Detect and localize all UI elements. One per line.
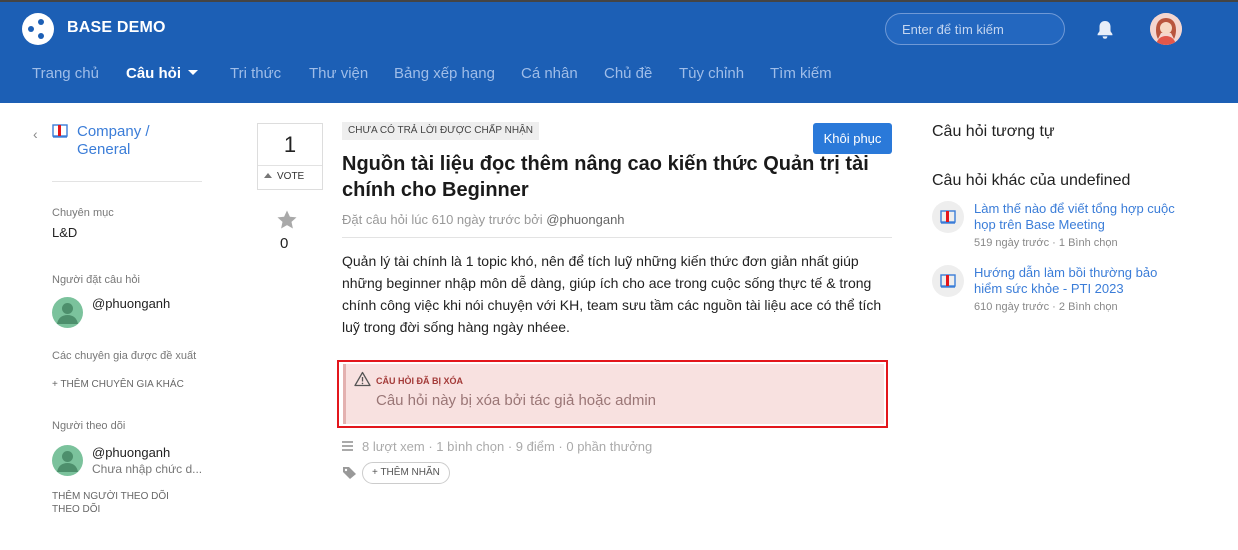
similar-questions-heading: Câu hỏi tương tự bbox=[932, 123, 1055, 140]
book-icon bbox=[932, 201, 964, 233]
star-count: 0 bbox=[280, 235, 289, 252]
vote-up-icon bbox=[264, 173, 272, 178]
add-follower-line1: THÊM NGƯỜI THEO DÕI bbox=[52, 491, 169, 502]
add-follower-line2: THEO DÕI bbox=[52, 504, 101, 515]
vote-label: VOTE bbox=[277, 171, 305, 182]
list-icon bbox=[342, 441, 353, 451]
divider bbox=[258, 165, 322, 166]
nav-item-knowledge[interactable]: Tri thức bbox=[230, 65, 281, 82]
question-stats: 8 lượt xem · 1 bình chọn · 9 điểm · 0 ph… bbox=[362, 439, 653, 454]
deleted-message: Câu hỏi này bị xóa bởi tác giả hoặc admi… bbox=[376, 392, 657, 409]
divider bbox=[52, 181, 202, 182]
author-link[interactable]: @phuonganh bbox=[546, 212, 624, 227]
followers-label: Người theo dõi bbox=[52, 420, 126, 432]
question-meta: Đặt câu hỏi lúc 610 ngày trước bởi @phuo… bbox=[342, 212, 625, 227]
book-icon bbox=[52, 124, 68, 138]
related-question-link[interactable]: Hướng dẫn làm bồi thường bảo hiểm sức kh… bbox=[974, 265, 1184, 297]
category-link[interactable]: Company / General bbox=[77, 123, 197, 159]
app-logo-icon[interactable] bbox=[22, 13, 54, 45]
related-question-link[interactable]: Làm thế nào để viết tổng hợp cuộc họp tr… bbox=[974, 201, 1184, 233]
follower-title: Chưa nhập chức d... bbox=[92, 462, 203, 476]
field-value: L&D bbox=[52, 225, 78, 240]
experts-label: Các chuyên gia được đề xuất bbox=[52, 350, 197, 362]
category-link-line2: General bbox=[77, 141, 131, 158]
category-link-line1: Company / bbox=[77, 123, 150, 140]
deleted-notice: CÂU HỎI ĐÃ BỊ XÓA Câu hỏi này bị xóa bởi… bbox=[337, 360, 888, 428]
avatar[interactable] bbox=[52, 297, 83, 328]
top-header: BASE DEMO Enter để tìm kiếm Trang chủ Câ… bbox=[0, 0, 1238, 103]
chevron-down-icon bbox=[188, 70, 198, 75]
nav-item-questions[interactable]: Câu hỏi bbox=[126, 65, 198, 82]
status-badge: CHƯA CÓ TRẢ LỜI ĐƯỢC CHẤP NHẬN bbox=[342, 122, 539, 140]
search-input[interactable]: Enter để tìm kiếm bbox=[885, 13, 1065, 45]
question-body: Quản lý tài chính là 1 topic khó, nên để… bbox=[342, 253, 882, 335]
tag-icon bbox=[343, 467, 356, 479]
star-icon[interactable] bbox=[276, 209, 298, 231]
bell-icon[interactable] bbox=[1096, 20, 1114, 40]
follower-name[interactable]: @phuonganh bbox=[92, 445, 170, 460]
nav-item-questions-label: Câu hỏi bbox=[126, 65, 181, 82]
book-icon bbox=[932, 265, 964, 297]
add-follower-link[interactable]: THÊM NGƯỜI THEO DÕI THEO DÕI bbox=[52, 490, 169, 516]
add-tag-button[interactable]: + THÊM NHÃN bbox=[362, 462, 450, 484]
question-meta-prefix: Đặt câu hỏi lúc 610 ngày trước bởi bbox=[342, 212, 543, 227]
nav-item-personal[interactable]: Cá nhân bbox=[521, 65, 578, 82]
vote-count: 1 bbox=[283, 132, 297, 157]
user-avatar-icon[interactable] bbox=[1150, 13, 1182, 45]
asker-name[interactable]: @phuonganh bbox=[92, 296, 170, 311]
nav-item-topics[interactable]: Chủ đề bbox=[604, 65, 652, 82]
deleted-title: CÂU HỎI ĐÃ BỊ XÓA bbox=[376, 376, 464, 386]
vote-box: 1 VOTE bbox=[257, 123, 323, 190]
avatar[interactable] bbox=[52, 445, 83, 476]
vote-button[interactable]: VOTE bbox=[264, 171, 304, 182]
other-questions-heading: Câu hỏi khác của undefined bbox=[932, 172, 1131, 189]
brand-name[interactable]: BASE DEMO bbox=[67, 19, 166, 37]
chevron-left-icon[interactable]: ‹ bbox=[33, 126, 38, 142]
page-title: Nguồn tài liệu đọc thêm nâng cao kiến th… bbox=[342, 153, 869, 201]
nav-item-search[interactable]: Tìm kiếm bbox=[770, 65, 832, 82]
nav-item-home[interactable]: Trang chủ bbox=[32, 65, 99, 82]
asker-label: Người đặt câu hỏi bbox=[52, 274, 140, 286]
restore-button[interactable]: Khôi phục bbox=[813, 123, 892, 154]
nav-item-leaderboard[interactable]: Bảng xếp hạng bbox=[394, 65, 495, 82]
field-label: Chuyên mục bbox=[52, 207, 114, 219]
related-question-meta: 519 ngày trước · 1 Bình chọn bbox=[974, 237, 1118, 249]
related-question-meta: 610 ngày trước · 2 Bình chọn bbox=[974, 301, 1118, 313]
add-expert-link[interactable]: + THÊM CHUYÊN GIA KHÁC bbox=[52, 378, 184, 391]
warning-icon bbox=[354, 371, 371, 387]
nav-item-customize[interactable]: Tùy chỉnh bbox=[679, 65, 744, 82]
nav-item-library[interactable]: Thư viện bbox=[309, 65, 368, 82]
deleted-notice-body: CÂU HỎI ĐÃ BỊ XÓA Câu hỏi này bị xóa bởi… bbox=[343, 364, 884, 424]
divider bbox=[342, 237, 892, 238]
